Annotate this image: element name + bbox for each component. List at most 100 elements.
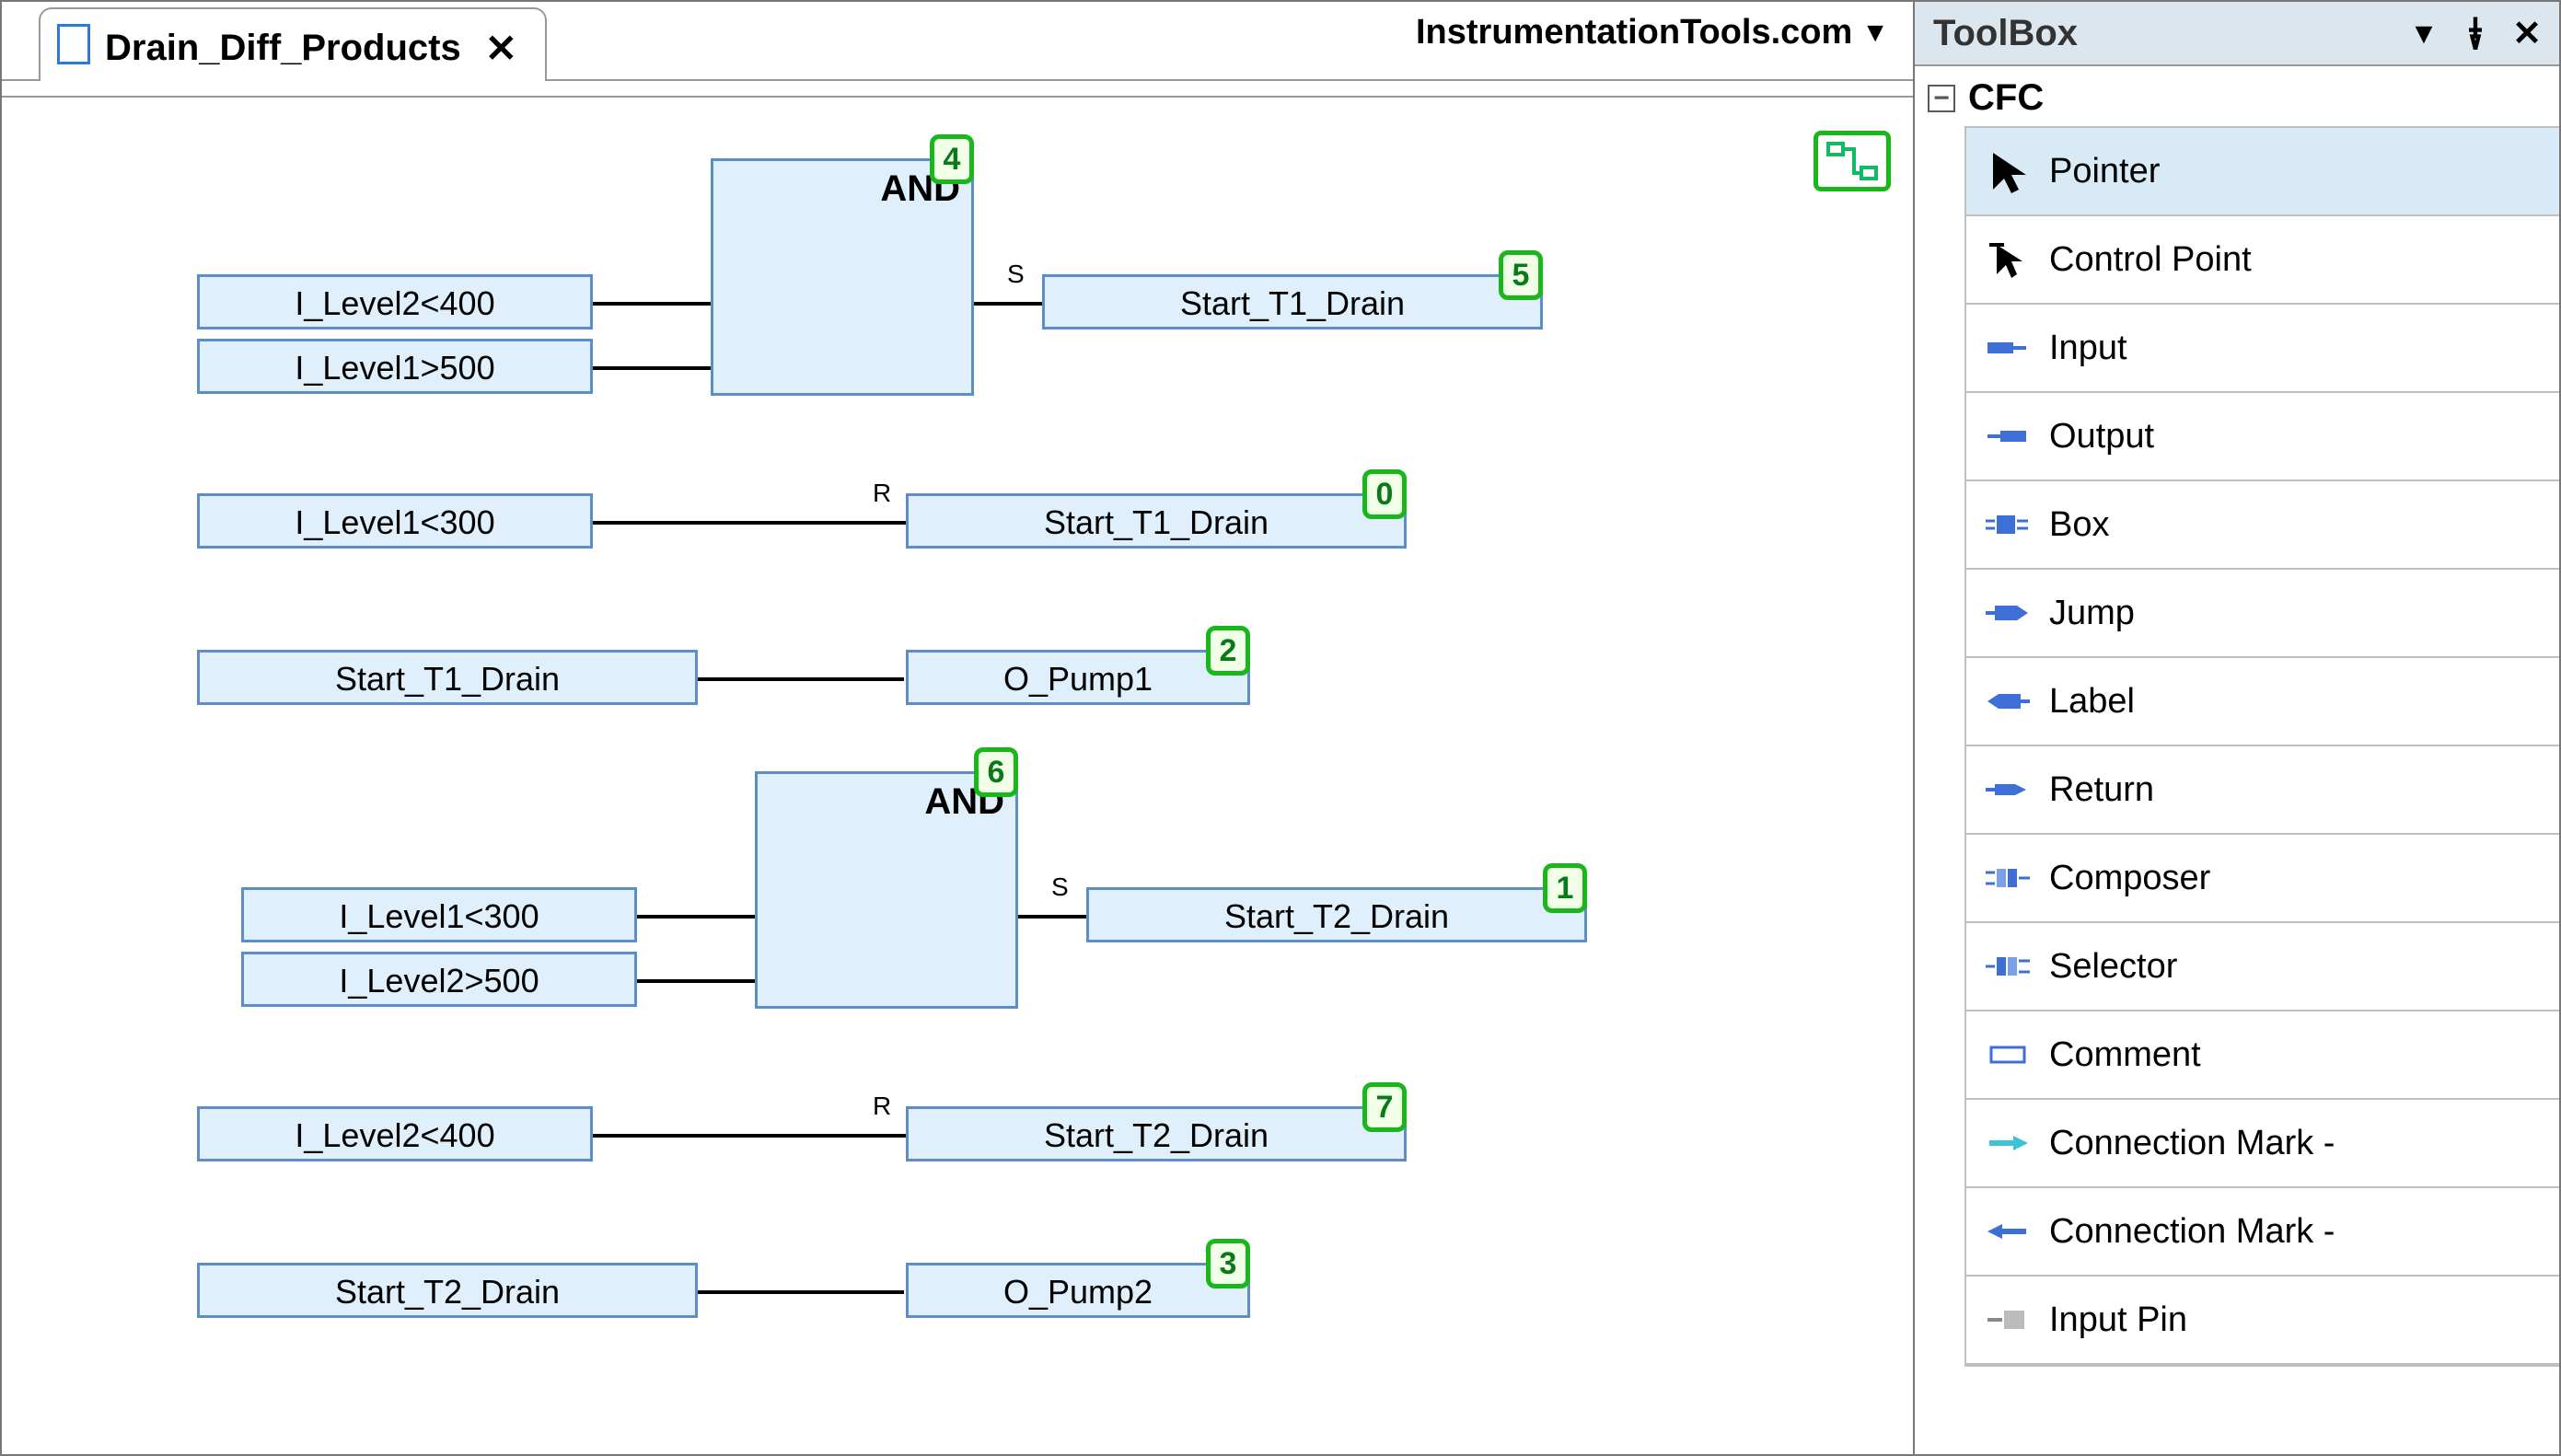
toolbox-category-label: CFC	[1968, 77, 2044, 119]
output-block[interactable]: O_Pump1	[906, 650, 1250, 705]
toolbox-item-label: Return	[2049, 770, 2154, 810]
tab-bar: Drain_Diff_Products ✕ InstrumentationToo…	[2, 2, 1913, 81]
watermark-text: InstrumentationTools.com	[1416, 13, 1852, 52]
cfc-canvas[interactable]: AND 4 I_Level2<400 I_Level1>500 S Start_…	[2, 98, 1913, 1454]
toolbox-item-label: Box	[2049, 505, 2109, 545]
layout-mode-icon[interactable]	[1814, 131, 1891, 191]
pin-label-set: S	[1007, 260, 1025, 289]
toolbox-item-selector[interactable]: Selector	[1966, 923, 2559, 1011]
output-block[interactable]: Start_T1_Drain	[906, 493, 1407, 549]
comment-icon	[1983, 1030, 2033, 1080]
app-root: Drain_Diff_Products ✕ InstrumentationToo…	[0, 0, 2561, 1456]
close-icon[interactable]: ✕	[478, 26, 517, 71]
toolbox-item-pointer[interactable]: Pointer	[1966, 128, 2559, 216]
exec-badge-pump2: 3	[1206, 1239, 1250, 1288]
toolbox-item-label: Input	[2049, 329, 2127, 368]
exec-badge-and2: 6	[974, 747, 1018, 797]
toolbox-item-label: Output	[2049, 417, 2154, 456]
wire	[593, 1134, 908, 1138]
input-block[interactable]: Start_T2_Drain	[197, 1263, 698, 1318]
exec-badge-and1: 4	[930, 134, 974, 184]
output-block[interactable]: Start_T1_Drain	[1042, 274, 1543, 329]
input-pin-icon	[1983, 1295, 2033, 1345]
pin-label-set: S	[1051, 872, 1069, 902]
return-icon	[1983, 765, 2033, 815]
toolbox-item-input-pin[interactable]: Input Pin	[1966, 1277, 2559, 1365]
output-block[interactable]: Start_T2_Drain	[1086, 887, 1587, 942]
dropdown-icon[interactable]: ▼	[1861, 17, 1889, 49]
toolbox-body: − CFC Pointer Control Point	[1915, 66, 2559, 1454]
connection-mark-in-icon	[1983, 1207, 2033, 1256]
toolbox-item-jump[interactable]: Jump	[1966, 570, 2559, 658]
exec-badge-t1-rst: 0	[1362, 469, 1407, 519]
pin-label-reset: R	[873, 479, 891, 508]
jump-icon	[1983, 588, 2033, 638]
toolbox-panel: ToolBox ▼ ✕ − CFC Pointer	[1915, 2, 2559, 1454]
input-block[interactable]: I_Level2>500	[241, 952, 637, 1007]
input-block[interactable]: I_Level2<400	[197, 1106, 593, 1161]
toolbox-item-control-point[interactable]: Control Point	[1966, 216, 2559, 305]
toolbox-item-label: Composer	[2049, 859, 2210, 898]
wire	[698, 1290, 904, 1294]
output-block[interactable]: Start_T2_Drain	[906, 1106, 1407, 1161]
toolbox-item-label: Connection Mark -	[2049, 1124, 2335, 1163]
toolbox-item-label: Pointer	[2049, 152, 2160, 191]
toolbox-item-connection-mark-out[interactable]: Connection Mark -	[1966, 1100, 2559, 1188]
output-icon	[1983, 411, 2033, 461]
control-point-icon	[1983, 235, 2033, 284]
wire	[637, 979, 755, 983]
and-block-2[interactable]: AND	[755, 771, 1018, 1009]
tab-title: Drain_Diff_Products	[105, 28, 461, 69]
editor-pane: Drain_Diff_Products ✕ InstrumentationToo…	[2, 2, 1915, 1454]
exec-badge-t2-set: 1	[1543, 863, 1587, 913]
toolbox-category[interactable]: − CFC	[1928, 72, 2559, 126]
input-block[interactable]: Start_T1_Drain	[197, 650, 698, 705]
toolbox-item-label: Jump	[2049, 594, 2135, 633]
toolbox-item-connection-mark-in[interactable]: Connection Mark -	[1966, 1188, 2559, 1277]
exec-badge-t1-set: 5	[1499, 250, 1543, 300]
document-icon	[57, 24, 90, 64]
collapse-icon[interactable]: −	[1928, 85, 1955, 112]
label-icon	[1983, 676, 2033, 726]
exec-badge-pump1: 2	[1206, 626, 1250, 676]
toolbox-item-label[interactable]: Label	[1966, 658, 2559, 746]
toolbox-item-label: Selector	[2049, 947, 2177, 987]
editor-tab[interactable]: Drain_Diff_Products ✕	[39, 7, 547, 81]
toolbox-item-output[interactable]: Output	[1966, 393, 2559, 481]
selector-icon	[1983, 942, 2033, 991]
toolbox-list: Pointer Control Point Input	[1964, 126, 2559, 1367]
composer-icon	[1983, 853, 2033, 903]
pin-icon[interactable]	[2456, 14, 2495, 52]
input-block[interactable]: I_Level1<300	[197, 493, 593, 549]
toolbox-item-composer[interactable]: Composer	[1966, 835, 2559, 923]
input-block[interactable]: I_Level1<300	[241, 887, 637, 942]
toolbox-item-input[interactable]: Input	[1966, 305, 2559, 393]
wire	[1018, 915, 1088, 919]
pointer-icon	[1983, 146, 2033, 196]
input-block[interactable]: I_Level2<400	[197, 274, 593, 329]
toolbox-header: ToolBox ▼ ✕	[1915, 2, 2559, 66]
toolbox-item-label: Label	[2049, 682, 2135, 722]
toolbox-item-label: Input Pin	[2049, 1300, 2187, 1340]
input-block[interactable]: I_Level1>500	[197, 339, 593, 394]
output-block[interactable]: O_Pump2	[906, 1263, 1250, 1318]
wire	[698, 677, 904, 681]
watermark: InstrumentationTools.com ▼	[1416, 13, 1889, 52]
toolbox-item-label: Connection Mark -	[2049, 1212, 2335, 1252]
close-icon[interactable]: ✕	[2508, 14, 2546, 52]
wire	[637, 915, 755, 919]
toolbox-item-box[interactable]: Box	[1966, 481, 2559, 570]
toolbox-item-return[interactable]: Return	[1966, 746, 2559, 835]
wire	[593, 366, 711, 370]
wire	[974, 302, 1044, 306]
and-block-1[interactable]: AND	[711, 158, 974, 396]
wire	[593, 302, 711, 306]
exec-badge-t2-rst: 7	[1362, 1082, 1407, 1132]
toolbox-title: ToolBox	[1933, 13, 2392, 54]
dropdown-icon[interactable]: ▼	[2405, 14, 2443, 52]
pin-label-reset: R	[873, 1092, 891, 1121]
wire	[593, 521, 908, 525]
toolbox-item-comment[interactable]: Comment	[1966, 1011, 2559, 1100]
connection-mark-out-icon	[1983, 1118, 2033, 1168]
toolbox-item-label: Control Point	[2049, 240, 2252, 280]
